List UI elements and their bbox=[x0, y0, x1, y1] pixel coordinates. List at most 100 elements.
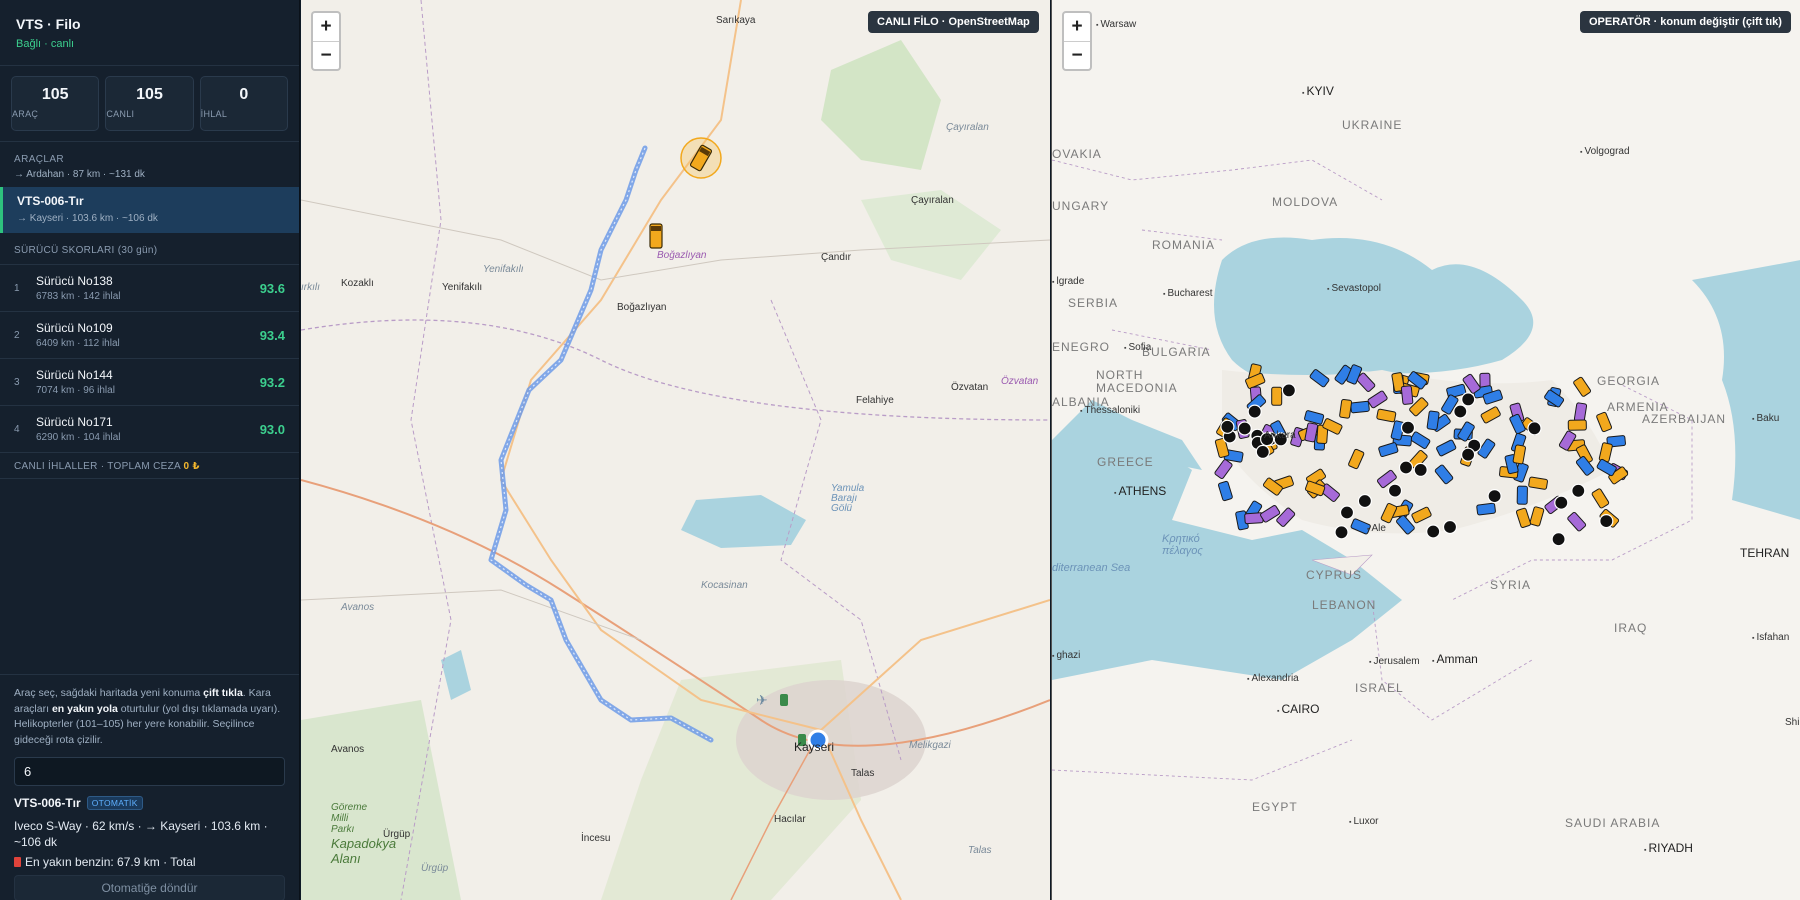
map-label: Boğazlıyan bbox=[617, 302, 667, 313]
marker-number-badge[interactable] bbox=[1442, 519, 1458, 535]
marker-number-badge[interactable] bbox=[1461, 392, 1476, 407]
vehicle-marker[interactable] bbox=[1544, 389, 1565, 408]
vehicle-marker[interactable] bbox=[1245, 372, 1266, 389]
marker-number-badge[interactable] bbox=[1255, 444, 1270, 459]
vehicle-marker[interactable] bbox=[1426, 410, 1440, 431]
map-label: CAIRO bbox=[1277, 702, 1319, 716]
return-to-auto-button[interactable]: Otomatiğe döndür bbox=[14, 875, 285, 900]
vehicle-marker[interactable] bbox=[1410, 431, 1431, 449]
marker-number-badge[interactable] bbox=[1334, 525, 1349, 540]
driver-rank: 4 bbox=[14, 423, 20, 435]
map-label: AZERBAIJAN bbox=[1642, 412, 1727, 426]
stats-row: 105 ARAÇ 105 CANLI 0 İHLAL bbox=[0, 66, 299, 142]
vehicle-marker[interactable] bbox=[1567, 511, 1587, 532]
map-label: EGYPT bbox=[1252, 800, 1298, 814]
vehicle-marker[interactable] bbox=[1339, 398, 1353, 419]
vehicle-marker[interactable] bbox=[1367, 390, 1388, 409]
fleet-markers[interactable] bbox=[1052, 0, 1800, 900]
driver-name: Sürücü No171 bbox=[36, 415, 113, 429]
marker-number-badge[interactable] bbox=[1453, 404, 1468, 419]
live-fleet-map[interactable]: ✈ + − CANLI FİLO · OpenStreetMap Sarıkay… bbox=[301, 0, 1050, 900]
marker-number-badge[interactable] bbox=[1398, 460, 1414, 475]
map-label: KYIV bbox=[1302, 84, 1333, 98]
marker-number-badge[interactable] bbox=[1426, 524, 1441, 539]
zoom-in-button[interactable]: + bbox=[313, 13, 339, 41]
map-badge: CANLI FİLO · OpenStreetMap bbox=[868, 11, 1039, 33]
marker-number-badge[interactable] bbox=[1461, 447, 1476, 462]
vehicle-item-prev[interactable]: → Ardahan · 87 km · ~131 dk bbox=[0, 165, 299, 187]
vehicle-marker[interactable] bbox=[1528, 476, 1548, 490]
vehicle-marker[interactable] bbox=[1434, 464, 1454, 485]
vehicle-marker[interactable] bbox=[1396, 514, 1415, 535]
marker-number-badge[interactable] bbox=[1387, 483, 1403, 498]
vehicle-marker[interactable] bbox=[1411, 506, 1432, 524]
vehicle-marker[interactable] bbox=[1480, 406, 1501, 424]
vehicle-marker[interactable] bbox=[1436, 439, 1457, 457]
vehicle-marker[interactable] bbox=[1567, 419, 1587, 431]
nearest-fuel-text: En yakın benzin: 67.9 km · Total bbox=[25, 855, 196, 869]
vehicle-marker[interactable] bbox=[1573, 376, 1592, 398]
marker-number-badge[interactable] bbox=[1599, 513, 1614, 529]
vehicle-item-selected[interactable]: VTS-006-Tır → Kayseri · 103.6 km · ~106 … bbox=[0, 187, 299, 233]
vehicle-marker[interactable] bbox=[1217, 480, 1233, 502]
vehicle-marker[interactable] bbox=[1271, 386, 1283, 406]
marker-number-badge[interactable] bbox=[1281, 383, 1296, 398]
vehicle-marker[interactable] bbox=[1378, 442, 1399, 458]
vehicle-marker[interactable] bbox=[1376, 408, 1397, 423]
marker-number-badge[interactable] bbox=[1571, 483, 1586, 498]
marker-number-badge[interactable] bbox=[1554, 495, 1569, 510]
vehicle-marker[interactable] bbox=[1476, 502, 1496, 516]
driver-row[interactable]: 3 Sürücü No144 7074 km · 96 ihlal 93.2 bbox=[0, 359, 299, 406]
driver-row[interactable]: 2 Sürücü No109 6409 km · 112 ihlal 93.4 bbox=[0, 312, 299, 359]
vehicle-marker[interactable] bbox=[1529, 506, 1545, 527]
marker-number-badge[interactable] bbox=[1357, 493, 1372, 509]
map-label: UNGARY bbox=[1052, 199, 1110, 213]
zoom-control: + − bbox=[1062, 11, 1092, 71]
map-label: ROMANIA bbox=[1152, 238, 1216, 252]
marker-number-badge[interactable] bbox=[1413, 462, 1428, 477]
vehicle-marker[interactable] bbox=[1304, 410, 1325, 425]
vehicle-select-input[interactable] bbox=[14, 757, 285, 786]
zoom-out-button[interactable]: − bbox=[1064, 41, 1090, 69]
vehicle-marker[interactable] bbox=[1350, 400, 1370, 414]
vehicle-marker[interactable] bbox=[1573, 402, 1588, 423]
selected-vehicle-header: VTS-006-Tır OTOMATİK bbox=[14, 796, 285, 810]
vehicle-marker[interactable] bbox=[1596, 411, 1613, 433]
operator-map[interactable]: + − OPERATÖR · konum değiştir (çift tık)… bbox=[1051, 0, 1800, 900]
vehicle-marker[interactable] bbox=[1309, 369, 1330, 388]
help-text-bold: en yakın yola bbox=[51, 702, 118, 715]
driver-row[interactable]: 4 Sürücü No171 6290 km · 104 ihlal 93.0 bbox=[0, 406, 299, 453]
map-label: Kayseri bbox=[794, 740, 835, 754]
map-label: Avanos bbox=[341, 602, 375, 613]
vehicle-marker[interactable] bbox=[1380, 502, 1398, 524]
map-label: Luxor bbox=[1349, 816, 1378, 827]
vehicle-marker[interactable] bbox=[1214, 459, 1233, 480]
map-label: SYRIA bbox=[1490, 578, 1532, 592]
vehicle-marker[interactable] bbox=[1596, 458, 1617, 477]
marker-number-badge[interactable] bbox=[1220, 419, 1235, 434]
vehicle-marker[interactable] bbox=[1515, 507, 1532, 528]
map-label: IRAQ bbox=[1614, 621, 1648, 635]
map-label: Sofia bbox=[1124, 342, 1151, 353]
driver-row[interactable]: 1 Sürücü No138 6783 km · 142 ihlal 93.6 bbox=[0, 265, 299, 312]
vehicle-marker[interactable] bbox=[1516, 485, 1528, 505]
driver-scores-header: SÜRÜCÜ SKORLARI (30 gün) bbox=[0, 233, 299, 265]
marker-number-badge[interactable] bbox=[1487, 489, 1502, 504]
mode-badge: OTOMATİK bbox=[86, 796, 143, 810]
zoom-in-button[interactable]: + bbox=[1064, 13, 1090, 41]
vehicle-marker[interactable] bbox=[1348, 448, 1365, 470]
stat-label: CANLI bbox=[106, 109, 135, 119]
marker-number-badge[interactable] bbox=[1527, 421, 1542, 436]
map-label: Kapadokya Alanı bbox=[331, 836, 397, 866]
vehicles-header: ARAÇLAR bbox=[14, 154, 65, 165]
vehicle-marker[interactable] bbox=[1591, 488, 1610, 509]
marker-number-badge[interactable] bbox=[1400, 420, 1416, 435]
marker-number-badge[interactable] bbox=[1339, 505, 1355, 520]
zoom-out-button[interactable]: − bbox=[313, 41, 339, 69]
vehicle-marker[interactable] bbox=[1400, 385, 1414, 405]
truck-icon bbox=[649, 223, 663, 249]
marker-number-badge[interactable] bbox=[1247, 404, 1262, 419]
marker-number-badge[interactable] bbox=[1551, 532, 1566, 547]
marker-number-badge[interactable] bbox=[1237, 421, 1252, 436]
map-label: Sarıkaya bbox=[716, 15, 756, 26]
